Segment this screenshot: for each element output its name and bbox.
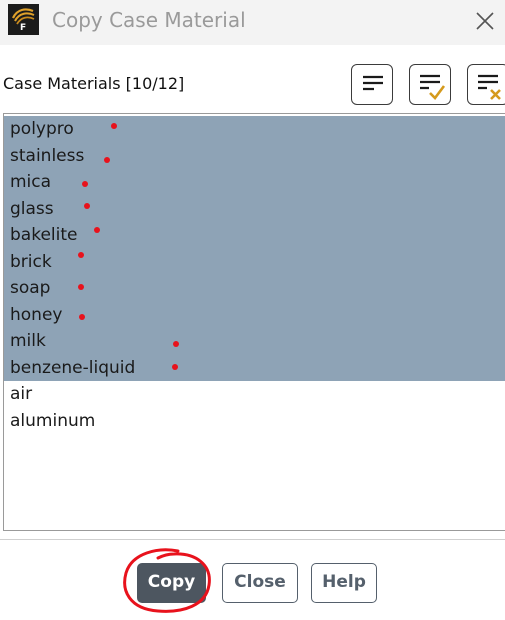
list-item-label: milk — [10, 331, 46, 351]
case-materials-label: Case Materials [10/12] — [3, 74, 185, 93]
app-icon-letter: F — [20, 23, 27, 33]
case-materials-list[interactable]: polypro stainless mica glass bakelite br… — [3, 113, 505, 531]
list-item-label: aluminum — [10, 410, 96, 431]
select-all-icon — [420, 74, 446, 100]
list-item-label: honey — [10, 304, 63, 325]
annotation-dot — [78, 284, 84, 290]
list-item[interactable]: air — [4, 381, 505, 408]
list-item[interactable]: aluminum — [4, 408, 505, 435]
list-item-label: soap — [10, 278, 51, 298]
annotation-dot — [104, 157, 110, 163]
list-item-label: mica — [10, 172, 52, 192]
list-item[interactable]: mica — [4, 169, 505, 196]
annotation-dot — [172, 364, 178, 370]
list-item-label: benzene-liquid — [10, 357, 136, 378]
annotation-dot — [173, 341, 179, 347]
annotation-dot — [82, 181, 88, 187]
annotation-dot — [78, 252, 84, 258]
window-title: Copy Case Material — [52, 8, 246, 32]
list-item[interactable]: benzene-liquid — [4, 354, 505, 381]
list-item[interactable]: polypro — [4, 116, 505, 143]
annotation-dot — [79, 314, 85, 320]
deselect-all-icon — [478, 74, 501, 100]
list-item-label: air — [10, 384, 33, 404]
fluent-app-icon: F — [8, 4, 39, 35]
select-all-button[interactable] — [409, 64, 451, 105]
deselect-all-button[interactable] — [467, 64, 505, 105]
title-bar: F Copy Case Material — [0, 0, 505, 45]
list-item[interactable]: stainless — [4, 142, 505, 169]
help-button[interactable]: Help — [311, 563, 377, 603]
list-item[interactable]: milk — [4, 328, 505, 355]
footer-divider — [0, 539, 505, 540]
list-item[interactable]: bakelite — [4, 222, 505, 249]
close-button[interactable]: Close — [222, 563, 298, 603]
list-item-label: stainless — [10, 145, 85, 166]
annotation-dot — [94, 227, 100, 233]
list-item-label: brick — [10, 251, 52, 272]
close-icon[interactable] — [474, 10, 496, 32]
list-item-label: bakelite — [10, 225, 78, 245]
annotation-circle — [123, 548, 211, 613]
list-options-button[interactable] — [351, 64, 393, 105]
annotation-dot — [84, 203, 90, 209]
annotation-dot — [111, 123, 117, 129]
list-item-label: glass — [10, 198, 54, 219]
lines-icon — [363, 75, 383, 91]
list-item-label: polypro — [10, 119, 74, 139]
list-item[interactable]: glass — [4, 195, 505, 222]
